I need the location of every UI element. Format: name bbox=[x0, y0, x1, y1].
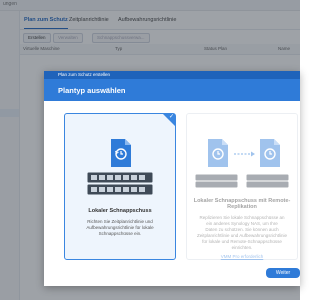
description-line: einrichten. bbox=[231, 245, 253, 250]
nas-device-icon bbox=[87, 172, 153, 195]
vmm-pro-required-link[interactable]: VMM Pro erforderlich bbox=[187, 254, 297, 259]
checkmark-icon: ✓ bbox=[168, 114, 174, 120]
card-description: Richten Sie Zeitplanrichtlinie und Aufbe… bbox=[71, 219, 169, 237]
dialog-title: Plan zum Schutz erstellen bbox=[58, 72, 111, 77]
card-title: Lokaler Schnappschuss mit Remote- Replik… bbox=[187, 198, 297, 210]
card-local-snapshot[interactable]: ✓ Lokaler Schnappschuss Richten Sie Zeit… bbox=[64, 113, 176, 260]
card-title: Lokaler Schnappschuss bbox=[88, 208, 152, 214]
dialog-heading: Plantyp auswählen bbox=[58, 86, 126, 95]
description-line: Schnappschüsse ein. bbox=[98, 231, 142, 236]
replication-icon bbox=[208, 139, 280, 167]
card-local-snapshot-remote-replication[interactable]: Lokaler Schnappschuss mit Remote- Replik… bbox=[186, 113, 298, 260]
nas-devices-icon bbox=[195, 174, 289, 188]
dialog-header: Plantyp auswählen bbox=[44, 79, 300, 101]
card-title-line: Replikation bbox=[227, 204, 257, 210]
plan-type-dialog: Plan zum Schutz erstellen Plantyp auswäh… bbox=[44, 71, 300, 286]
next-button[interactable]: Weiter bbox=[266, 268, 300, 278]
snapshot-document-icon bbox=[111, 139, 131, 167]
card-description: Replizieren Sie lokale Schnappschüsse an… bbox=[193, 215, 291, 251]
dialog-title-bar: Plan zum Schutz erstellen bbox=[44, 71, 300, 79]
